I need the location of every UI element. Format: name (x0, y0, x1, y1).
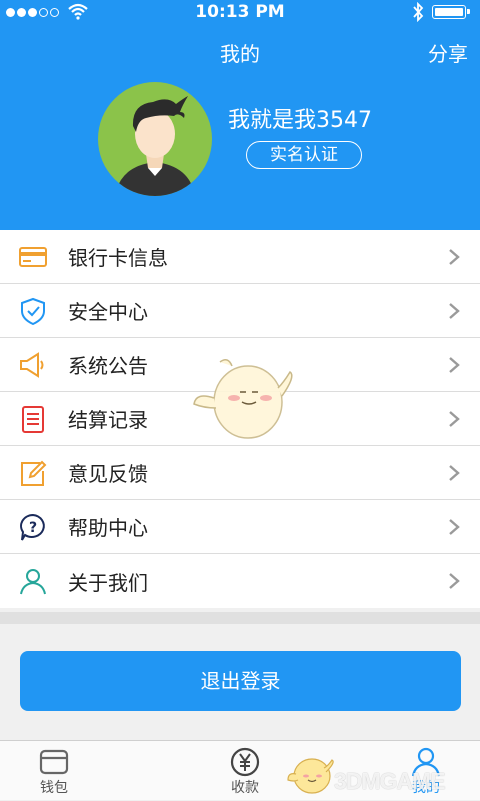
tab-label: 钱包 (40, 780, 68, 796)
chevron-right-icon (449, 573, 460, 589)
logout-button[interactable]: 退出登录 (20, 651, 461, 711)
menu-item-bank-card[interactable]: 银行卡信息 (0, 230, 480, 284)
menu-item-label: 关于我们 (68, 570, 148, 595)
mascot-watermark-icon (193, 359, 293, 439)
person-avatar-icon (115, 96, 195, 196)
chevron-right-icon (449, 411, 460, 427)
bluetooth-icon (413, 2, 424, 22)
yen-coin-icon (230, 747, 260, 777)
bank-card-icon (19, 247, 47, 267)
edit-icon (21, 460, 47, 486)
shield-check-icon (21, 297, 45, 325)
status-time: 10:13 PM (195, 2, 285, 22)
chevron-right-icon (449, 303, 460, 319)
person-outline-icon (20, 569, 46, 595)
tab-collect-payment[interactable]: 收款 (205, 741, 285, 801)
megaphone-icon (20, 352, 44, 378)
battery-icon (432, 5, 470, 19)
page-title: 我的 (220, 42, 260, 66)
menu-item-label: 结算记录 (68, 408, 148, 432)
menu-item-label: 银行卡信息 (68, 246, 168, 270)
share-button[interactable]: 分享 (428, 38, 468, 67)
tab-label: 收款 (231, 780, 259, 796)
menu-item-help-center[interactable]: ? 帮助中心 (0, 500, 480, 554)
username: 我就是我3547 (228, 108, 372, 133)
chevron-right-icon (449, 249, 460, 265)
menu-item-feedback[interactable]: 意见反馈 (0, 446, 480, 500)
tab-wallet[interactable]: 钱包 (14, 741, 94, 801)
profile-header: 10:13 PM 我的 分享 我就是我3547 实名认证 (0, 0, 480, 230)
section-divider (0, 612, 480, 624)
avatar[interactable] (98, 82, 212, 196)
menu-item-security-center[interactable]: 安全中心 (0, 284, 480, 338)
mascot-logo-icon (287, 758, 334, 794)
chevron-right-icon (449, 519, 460, 535)
svg-text:?: ? (29, 520, 37, 536)
chevron-right-icon (449, 465, 460, 481)
document-list-icon (22, 406, 44, 433)
menu-item-label: 意见反馈 (68, 462, 148, 486)
menu-item-label: 安全中心 (68, 300, 148, 324)
real-name-verify-button[interactable]: 实名认证 (246, 141, 362, 169)
status-bar: 10:13 PM (0, 0, 480, 24)
watermark-logo: 3DMGAME (334, 768, 446, 794)
menu-item-about-us[interactable]: 关于我们 (0, 554, 480, 608)
menu-item-label: 系统公告 (68, 354, 148, 378)
menu-item-label: 帮助中心 (68, 516, 148, 540)
wallet-icon (39, 749, 69, 775)
help-question-icon: ? (20, 513, 45, 541)
chevron-right-icon (449, 357, 460, 373)
